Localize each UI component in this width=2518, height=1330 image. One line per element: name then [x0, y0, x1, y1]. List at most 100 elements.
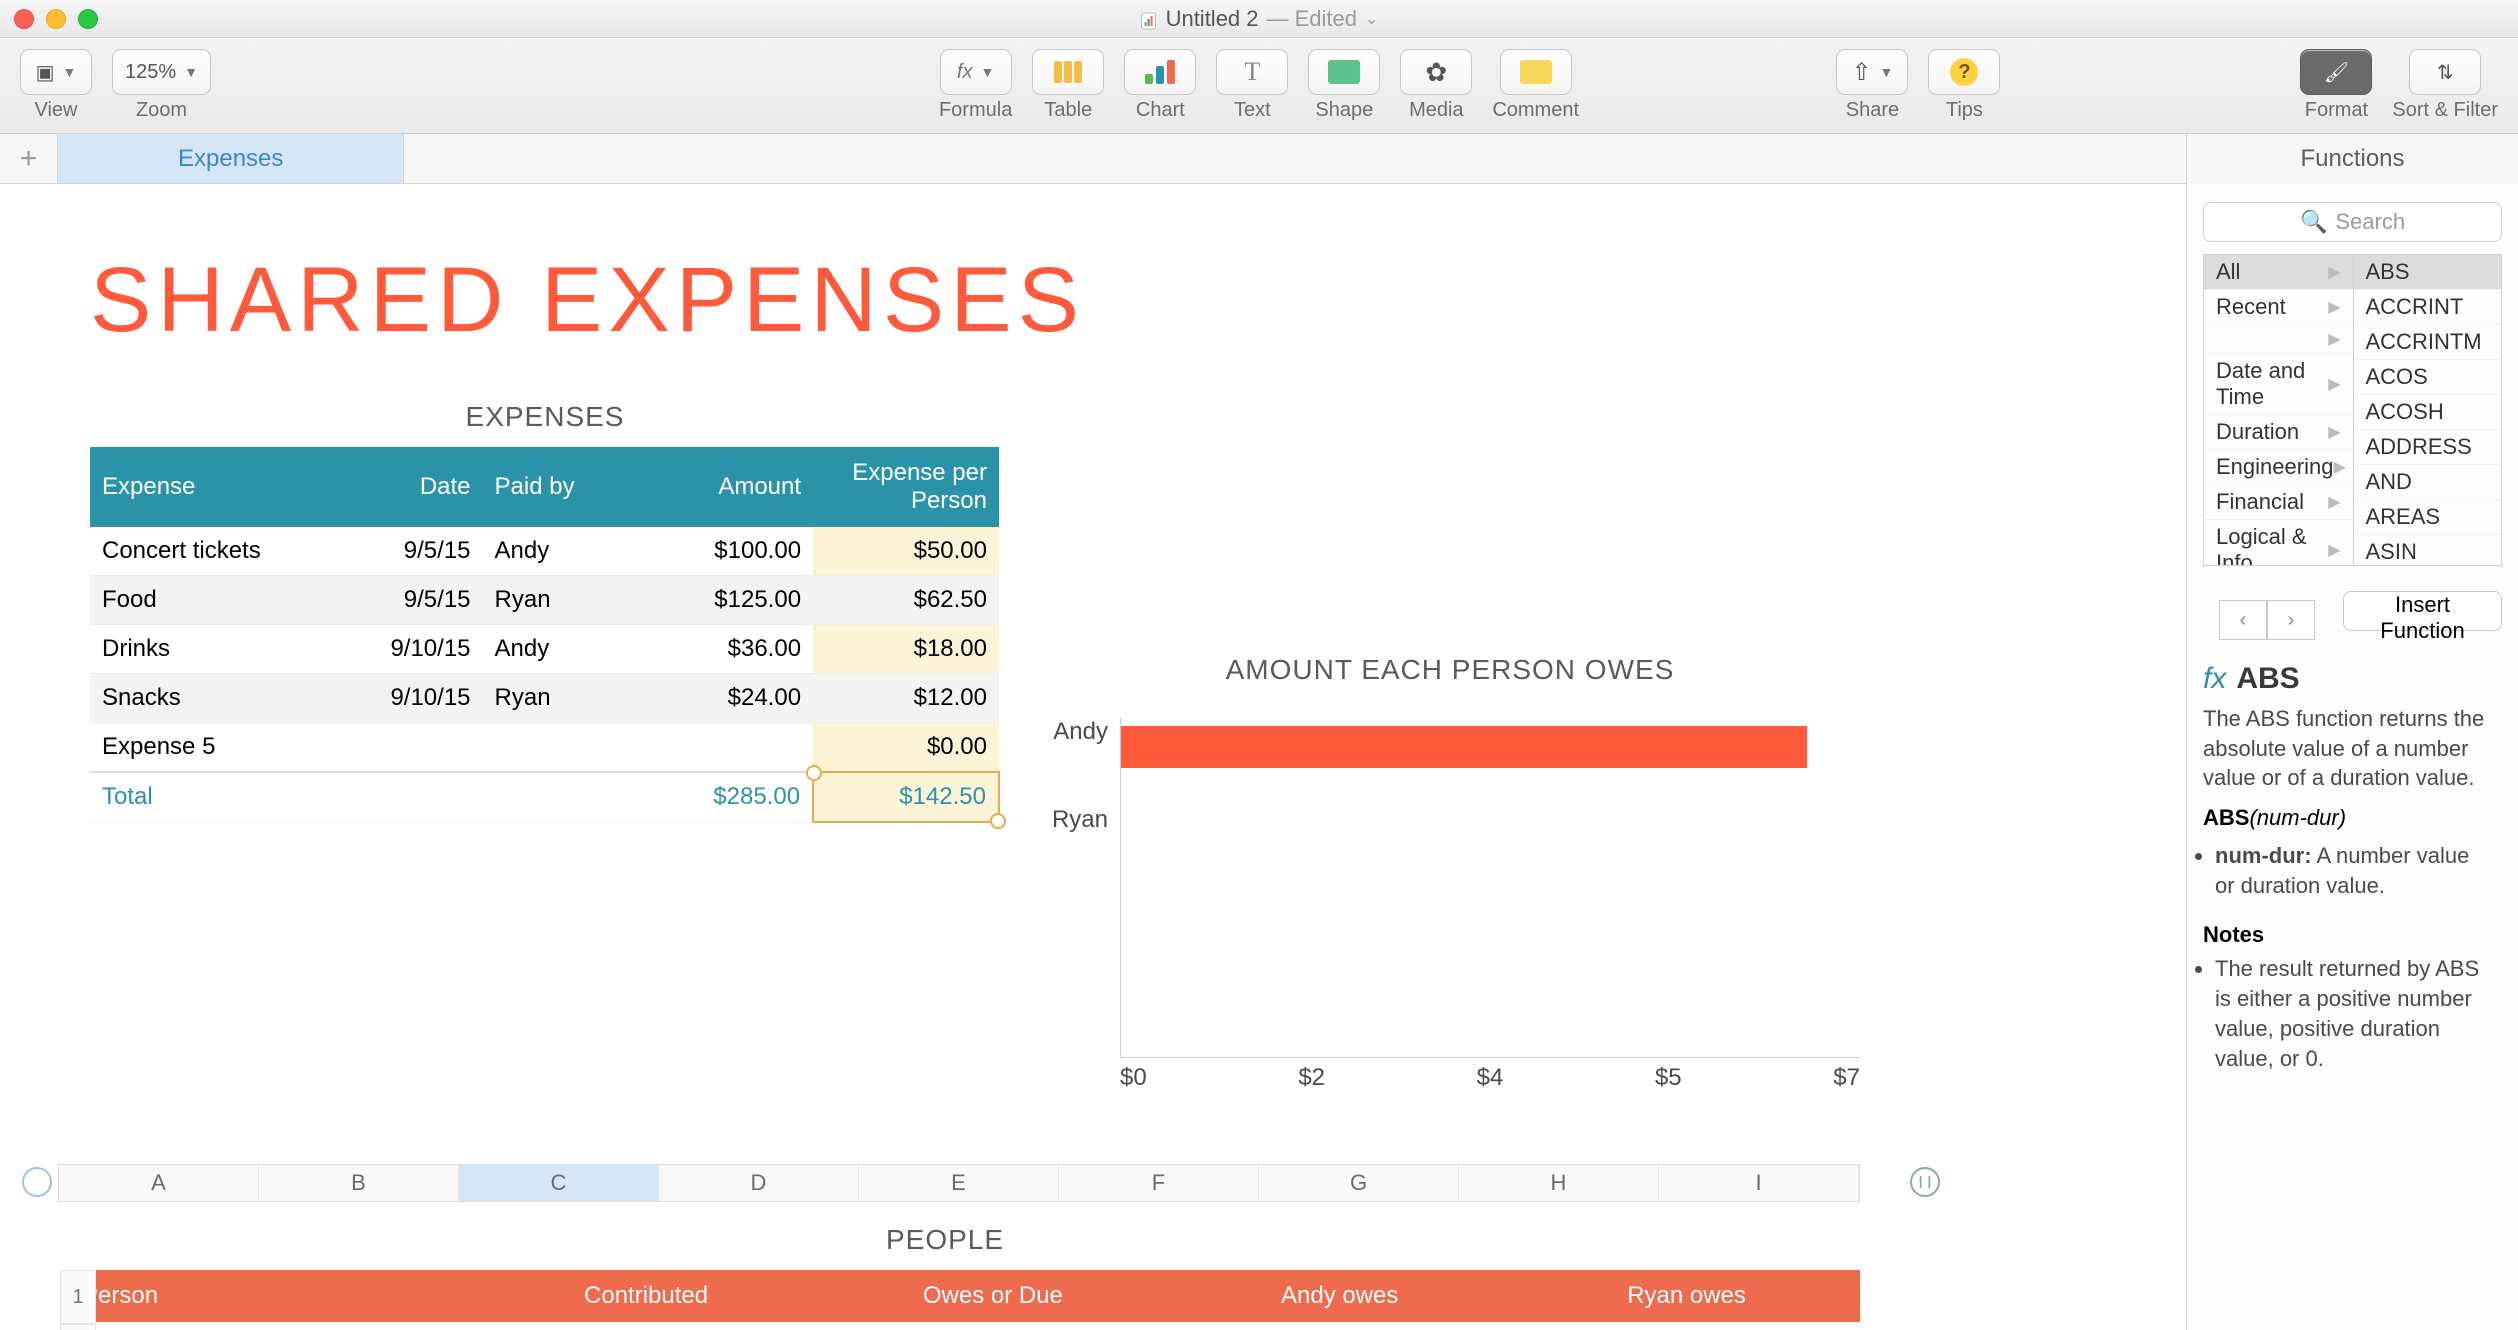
col-I[interactable]: I — [1659, 1165, 1859, 1201]
col-A[interactable]: A — [59, 1165, 259, 1201]
function-item[interactable]: AREAS — [2354, 500, 2502, 535]
category-item[interactable]: Engineering▶ — [2204, 450, 2353, 485]
comment-button[interactable] — [1500, 49, 1572, 95]
minimize-window-button[interactable] — [46, 9, 66, 29]
add-sheet-button[interactable]: + — [0, 134, 58, 183]
text-button[interactable]: T — [1216, 49, 1288, 95]
table-row[interactable]: Snacks9/10/15Ryan$24.00$12.00 — [90, 674, 999, 723]
selection-handle[interactable] — [990, 813, 1006, 829]
chevron-down-icon: ▼ — [184, 64, 198, 80]
col-andy-owes[interactable]: Andy owes — [1166, 1270, 1513, 1322]
col-amount[interactable]: Amount — [637, 447, 813, 527]
chevron-down-icon: ▼ — [63, 64, 77, 80]
table-button[interactable] — [1032, 49, 1104, 95]
tips-icon: ? — [1950, 58, 1978, 86]
col-C[interactable]: C — [459, 1165, 659, 1201]
selection-handle[interactable] — [806, 765, 822, 781]
chevron-right-icon: ▶ — [2328, 262, 2340, 282]
col-person[interactable]: Person — [68, 1270, 473, 1322]
category-list[interactable]: All▶Recent▶▶Date and Time▶Duration▶Engin… — [2204, 255, 2353, 565]
col-B[interactable]: B — [259, 1165, 459, 1201]
document-canvas[interactable]: SHARED EXPENSES EXPENSES Expense Date Pa… — [0, 184, 2186, 1330]
back-button[interactable]: ‹ — [2219, 600, 2267, 640]
share-icon: ⇧ — [1851, 58, 1871, 87]
function-signature: ABS(num-dur) — [2203, 805, 2502, 831]
table-row[interactable]: Drinks9/10/15Andy$36.00$18.00 — [90, 625, 999, 674]
media-button[interactable]: ✿ — [1400, 49, 1472, 95]
row-handle-left[interactable] — [22, 1167, 52, 1197]
format-label: Format — [2305, 99, 2368, 122]
chart-amount-owed[interactable]: AMOUNT EACH PERSON OWES Andy Ryan $0 $2 … — [1040, 654, 1860, 1092]
row-handle-right[interactable] — [1910, 1167, 1940, 1197]
function-item[interactable]: ACCRINT — [2354, 290, 2502, 325]
table-row[interactable]: Concert tickets9/5/15Andy$100.00$50.00 — [90, 527, 999, 576]
category-item[interactable]: Logical & Info▶ — [2204, 520, 2353, 565]
category-item[interactable]: All▶ — [2204, 255, 2353, 290]
share-label: Share — [1846, 99, 1899, 122]
column-header-row[interactable]: ABCDEFGHI — [58, 1164, 1860, 1202]
function-item[interactable]: AND — [2354, 465, 2502, 500]
total-per[interactable]: $142.50 — [813, 772, 999, 822]
chart-button[interactable] — [1124, 49, 1196, 95]
category-item[interactable]: ▶ — [2204, 325, 2353, 354]
category-item[interactable]: Financial▶ — [2204, 485, 2353, 520]
insert-function-button[interactable]: Insert Function — [2343, 591, 2502, 631]
people-table[interactable]: Person Contributed Owes or Due Andy owes… — [68, 1270, 1860, 1330]
function-item[interactable]: ACOS — [2354, 360, 2502, 395]
document-icon — [1140, 10, 1158, 28]
view-button[interactable]: ▣▼ — [20, 49, 92, 95]
function-item[interactable]: ACOSH — [2354, 395, 2502, 430]
category-item[interactable]: Date and Time▶ — [2204, 354, 2353, 415]
expenses-table[interactable]: Expense Date Paid by Amount Expense per … — [90, 447, 1000, 823]
zoom-window-button[interactable] — [78, 9, 98, 29]
tips-button[interactable]: ? — [1928, 49, 2000, 95]
function-item[interactable]: ACCRINTM — [2354, 325, 2502, 360]
category-item[interactable]: Duration▶ — [2204, 415, 2353, 450]
col-per[interactable]: Expense per Person — [813, 447, 999, 527]
sidebar-header: Functions — [2186, 134, 2518, 184]
table-row[interactable]: Food9/5/15Ryan$125.00$62.50 — [90, 576, 999, 625]
col-H[interactable]: H — [1459, 1165, 1659, 1201]
col-paidby[interactable]: Paid by — [483, 447, 638, 527]
table-row[interactable]: Andy$136.00Owes: $6.50–$0.00 — [68, 1322, 1860, 1330]
text-label: Text — [1234, 99, 1271, 122]
col-E[interactable]: E — [859, 1165, 1059, 1201]
function-list[interactable]: ABSACCRINTACCRINTMACOSACOSHADDRESSANDARE… — [2353, 255, 2502, 565]
total-amount[interactable]: $285.00 — [637, 772, 813, 822]
zoom-value: 125% — [125, 61, 176, 84]
panel-icon: ▣ — [36, 60, 55, 85]
chevron-down-icon: ▼ — [980, 64, 994, 80]
col-contributed[interactable]: Contributed — [473, 1270, 820, 1322]
row-number[interactable]: 1 — [60, 1270, 96, 1324]
col-G[interactable]: G — [1259, 1165, 1459, 1201]
shape-button[interactable] — [1308, 49, 1380, 95]
chevron-right-icon: ▶ — [2333, 457, 2345, 477]
col-expense[interactable]: Expense — [90, 447, 348, 527]
total-label[interactable]: Total — [90, 772, 348, 822]
tab-expenses[interactable]: Expenses — [58, 134, 404, 183]
category-item[interactable]: Recent▶ — [2204, 290, 2353, 325]
function-item[interactable]: ABS — [2354, 255, 2502, 290]
search-input[interactable]: 🔍 Search — [2203, 202, 2502, 242]
table-row[interactable]: Expense 5$0.00 — [90, 723, 999, 773]
share-button[interactable]: ⇧▼ — [1836, 49, 1908, 95]
zoom-button[interactable]: 125% ▼ — [112, 49, 211, 95]
col-ryan-owes[interactable]: Ryan owes — [1513, 1270, 1860, 1322]
text-icon: T — [1244, 57, 1260, 87]
col-F[interactable]: F — [1059, 1165, 1259, 1201]
formula-button[interactable]: fx▼ — [940, 49, 1012, 95]
col-D[interactable]: D — [659, 1165, 859, 1201]
sort-filter-button[interactable]: ⇅ — [2409, 49, 2481, 95]
function-item[interactable]: ASIN — [2354, 535, 2502, 565]
window-titlebar: Untitled 2 — Edited ⌄ — [0, 0, 2518, 38]
forward-button[interactable]: › — [2267, 600, 2315, 640]
comment-icon — [1520, 60, 1552, 84]
col-date[interactable]: Date — [348, 447, 482, 527]
format-button[interactable]: 🖌 — [2300, 49, 2372, 95]
col-owes[interactable]: Owes or Due — [819, 1270, 1166, 1322]
row-number[interactable]: 2 — [60, 1324, 96, 1330]
close-window-button[interactable] — [14, 9, 34, 29]
page-title[interactable]: SHARED EXPENSES — [90, 248, 2126, 353]
function-item[interactable]: ADDRESS — [2354, 430, 2502, 465]
document-title[interactable]: Untitled 2 — Edited ⌄ — [1140, 6, 1379, 32]
